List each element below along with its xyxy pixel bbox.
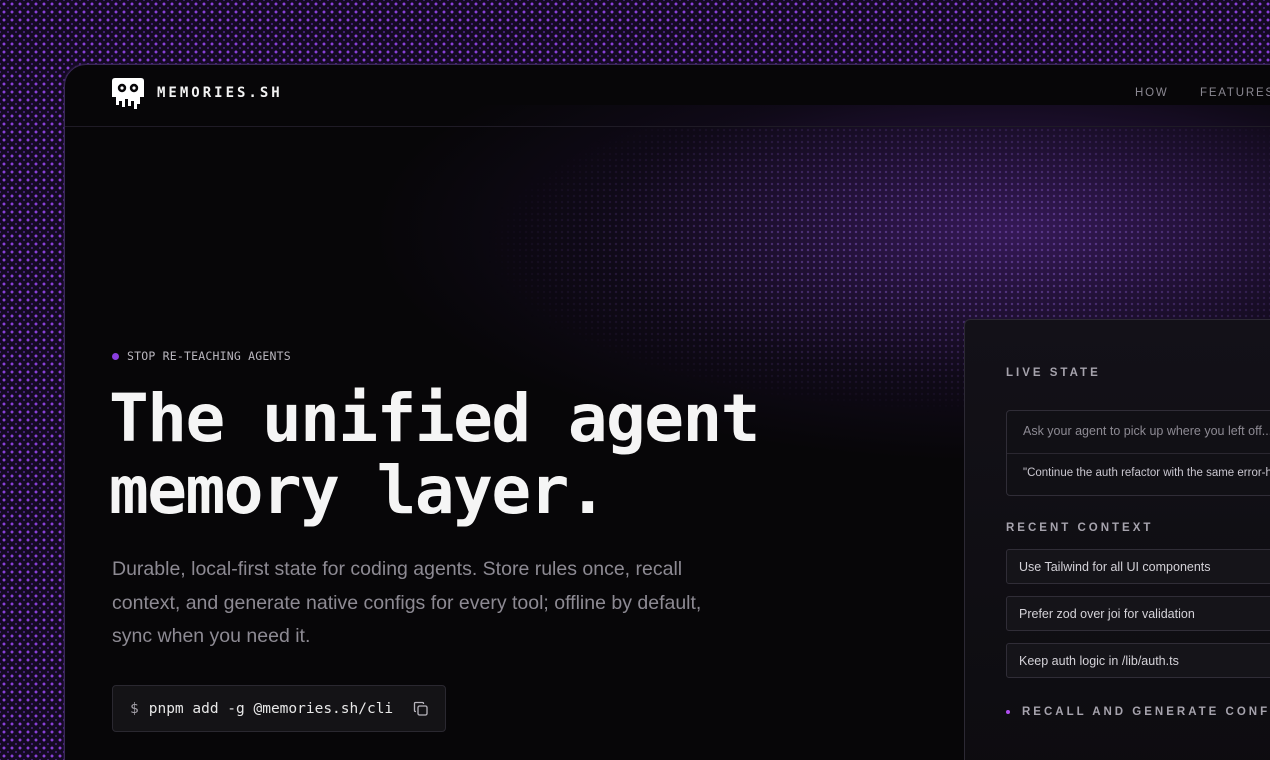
hero-badge: STOP RE-TEACHING AGENTS	[112, 349, 291, 363]
recall-status: RECALL AND GENERATE CONFIG	[1006, 706, 1270, 718]
hero-title-line-1: The unified agent	[109, 380, 761, 457]
context-item[interactable]: Prefer zod over joi for validation	[1006, 596, 1270, 631]
nav-link-how[interactable]: HOW	[1135, 87, 1169, 99]
recall-label: RECALL AND GENERATE CONFIG	[1022, 706, 1270, 718]
copy-icon[interactable]	[413, 701, 429, 717]
command-prompt: $	[130, 700, 139, 717]
page-frame: MEMORIES.SH HOW FEATURES STOP RE-TEACHIN…	[64, 64, 1270, 760]
live-state-panel: LIVE STATE Ask your agent to pick up whe…	[964, 319, 1270, 760]
ask-input-placeholder[interactable]: Ask your agent to pick up where you left…	[1023, 424, 1270, 438]
hero-description: Durable, local-first state for coding ag…	[112, 558, 702, 647]
skull-icon[interactable]	[111, 77, 145, 110]
hero-title-line-2: memory layer.	[109, 452, 608, 529]
ask-response: "Continue the auth refactor with the sam…	[1023, 467, 1270, 479]
recent-context-title: RECENT CONTEXT	[1006, 522, 1154, 534]
badge-dot	[112, 352, 119, 360]
live-state-title: LIVE STATE	[1006, 367, 1101, 379]
brand-name[interactable]: MEMORIES.SH	[157, 85, 283, 101]
context-item[interactable]: Use Tailwind for all UI components	[1006, 549, 1270, 584]
badge-label: STOP RE-TEACHING AGENTS	[127, 349, 291, 363]
top-nav: MEMORIES.SH HOW FEATURES	[65, 65, 1270, 127]
install-command[interactable]: $ pnpm add -g @memories.sh/cli	[112, 685, 446, 732]
hero-title: The unified agent memory layer.	[109, 380, 761, 529]
ask-divider	[1007, 453, 1270, 454]
nav-link-features[interactable]: FEATURES	[1200, 87, 1270, 99]
recall-dot	[1006, 710, 1010, 714]
ask-agent-box[interactable]: Ask your agent to pick up where you left…	[1006, 410, 1270, 496]
context-item[interactable]: Keep auth logic in /lib/auth.ts	[1006, 643, 1270, 678]
command-text[interactable]: pnpm add -g @memories.sh/cli	[149, 701, 393, 717]
